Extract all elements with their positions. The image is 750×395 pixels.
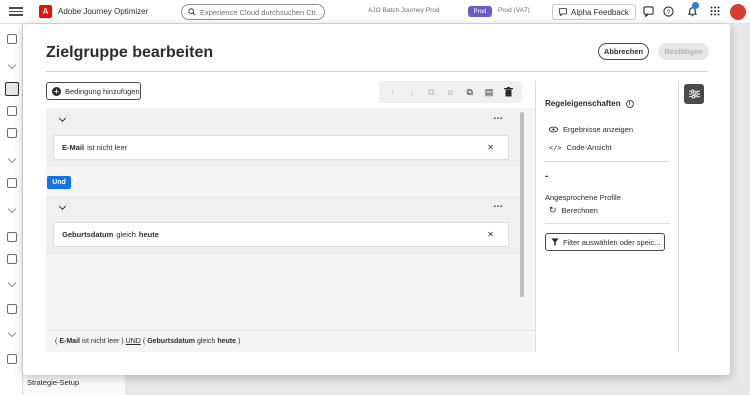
expr-op-1: ist nicht leer xyxy=(81,338,120,345)
editor-toolbar: ↑ ↓ ⧉ ⧈ ⧉ ▤ xyxy=(379,81,522,103)
admin-icon[interactable] xyxy=(7,354,17,364)
condition-row[interactable]: Geburtsdatum gleich heute ✕ xyxy=(53,222,509,247)
close-icon[interactable]: ✕ xyxy=(487,230,494,239)
join-operator-badge[interactable]: Und xyxy=(47,176,71,189)
eye-icon xyxy=(549,126,558,133)
arrow-up-icon[interactable]: ↑ xyxy=(386,85,400,99)
divider xyxy=(545,161,670,162)
avatar[interactable] xyxy=(730,4,746,20)
code-icon: </> xyxy=(549,143,562,152)
home-icon[interactable] xyxy=(7,34,17,44)
chevron-down-icon[interactable] xyxy=(58,114,67,123)
info-icon[interactable]: i xyxy=(625,99,634,108)
expr-field-2: Geburtsdatum xyxy=(147,338,196,345)
sandbox-label[interactable]: AJO Batch Journey Prod xyxy=(368,7,440,14)
arrow-down-icon[interactable]: ↓ xyxy=(405,85,419,99)
header-divider xyxy=(46,71,708,72)
copy-icon[interactable]: ⧉ xyxy=(463,85,477,99)
journeys-icon[interactable] xyxy=(7,106,17,116)
dialog-title: Zielgruppe bearbeiten xyxy=(46,44,214,61)
content-icon[interactable] xyxy=(7,128,17,138)
svg-text:?: ? xyxy=(666,8,670,15)
scrollbar[interactable] xyxy=(520,112,524,297)
ungroup-icon[interactable]: ⧈ xyxy=(443,85,457,99)
left-rail xyxy=(0,24,23,395)
condition-group: … E-Mail ist nicht leer ✕ xyxy=(46,108,520,166)
audiences-icon[interactable] xyxy=(7,232,17,242)
chevron-down-icon[interactable] xyxy=(7,278,17,288)
strategy-setup-item[interactable]: Strategie-Setup xyxy=(14,378,79,387)
cancel-button[interactable]: Abbrechen xyxy=(598,43,649,60)
panel-divider xyxy=(678,81,679,352)
expr-join: UND xyxy=(125,338,141,345)
search-icon xyxy=(188,8,196,16)
code-view-button[interactable]: </> Code-Ansicht xyxy=(549,143,612,152)
search-placeholder: Experience Cloud durchsuchen Ctr... xyxy=(200,7,323,17)
condition-row[interactable]: E-Mail ist nicht leer ✕ xyxy=(53,135,509,160)
strategy-label: Strategie-Setup xyxy=(27,378,80,387)
sandbox-env[interactable]: Prod (VA7) xyxy=(498,7,530,14)
expr-value-2: heute xyxy=(217,338,236,345)
rule-canvas: … E-Mail ist nicht leer ✕ Und … Geburtsd… xyxy=(46,108,535,352)
chevron-down-icon[interactable] xyxy=(7,204,17,214)
confirm-button[interactable]: Bestätigen xyxy=(658,43,709,60)
apps-grid-icon[interactable] xyxy=(709,5,721,17)
chevron-down-icon[interactable] xyxy=(7,154,17,164)
expr-field-1: E-Mail xyxy=(59,338,80,345)
alpha-feedback-button[interactable]: Alpha Feedback xyxy=(552,4,636,20)
more-icon[interactable]: … xyxy=(493,199,504,210)
condition-value: heute xyxy=(138,230,159,239)
plus-icon: + xyxy=(52,86,61,96)
show-results-button[interactable]: Ergebnisse anzeigen xyxy=(549,125,633,134)
chevron-down-icon[interactable] xyxy=(58,202,67,211)
chevron-down-icon[interactable] xyxy=(7,60,17,70)
search-input[interactable]: Experience Cloud durchsuchen Ctr... xyxy=(181,4,325,20)
close-icon[interactable]: ✕ xyxy=(487,143,494,152)
condition-field: E-Mail xyxy=(62,143,85,152)
divider xyxy=(545,223,670,224)
app-title[interactable]: Adobe Journey Optimizer xyxy=(58,7,148,16)
feedback-icon xyxy=(559,8,567,16)
rule-expression: (E-Mail ist nicht leer) UND (Geburtsdatu… xyxy=(46,330,535,352)
condition-field: Geburtsdatum xyxy=(62,230,114,239)
chevron-down-icon[interactable] xyxy=(7,328,17,338)
delete-icon[interactable] xyxy=(501,85,515,99)
chat-icon[interactable] xyxy=(642,5,654,17)
condition-operator: ist nicht leer xyxy=(87,143,128,152)
profiles-label: Angesprochene Profile xyxy=(545,193,621,202)
adobe-logo[interactable]: A xyxy=(39,5,52,18)
reports-icon[interactable] xyxy=(7,304,17,314)
filter-select-button[interactable]: Filter auswählen oder speic... xyxy=(545,233,665,251)
add-condition-label: Bedingung hinzufügen xyxy=(65,86,140,96)
rule-editor: + Bedingung hinzufügen ↑ ↓ ⧉ ⧈ ⧉ ▤ … E-M… xyxy=(46,81,535,352)
more-icon[interactable]: … xyxy=(493,111,504,122)
filter-icon xyxy=(551,238,559,246)
alpha-feedback-label: Alpha Feedback xyxy=(571,7,629,17)
panel-divider xyxy=(535,81,536,352)
settings-button[interactable] xyxy=(684,84,704,104)
calculate-button[interactable]: ↻ Berechnen xyxy=(549,205,598,216)
expr-op-2: gleich xyxy=(197,338,216,345)
refresh-icon: ↻ xyxy=(549,205,557,215)
messages-icon[interactable] xyxy=(5,82,19,96)
group-icon[interactable]: ⧉ xyxy=(424,85,438,99)
menu-icon[interactable] xyxy=(9,7,23,16)
profiles-icon[interactable] xyxy=(7,178,17,188)
paste-icon[interactable]: ▤ xyxy=(482,85,496,99)
properties-title: Regeleigenschaften i xyxy=(545,99,634,108)
help-icon[interactable]: ? xyxy=(662,5,674,17)
condition-group: … Geburtsdatum gleich heute ✕ xyxy=(46,196,520,255)
add-condition-button[interactable]: + Bedingung hinzufügen xyxy=(46,82,141,100)
sandbox-tag: Prod xyxy=(468,6,492,17)
notification-badge xyxy=(692,2,699,9)
condition-operator: gleich xyxy=(116,230,136,239)
data-icon[interactable] xyxy=(7,254,17,264)
sliders-icon xyxy=(688,89,700,99)
profile-count: - xyxy=(545,171,549,182)
